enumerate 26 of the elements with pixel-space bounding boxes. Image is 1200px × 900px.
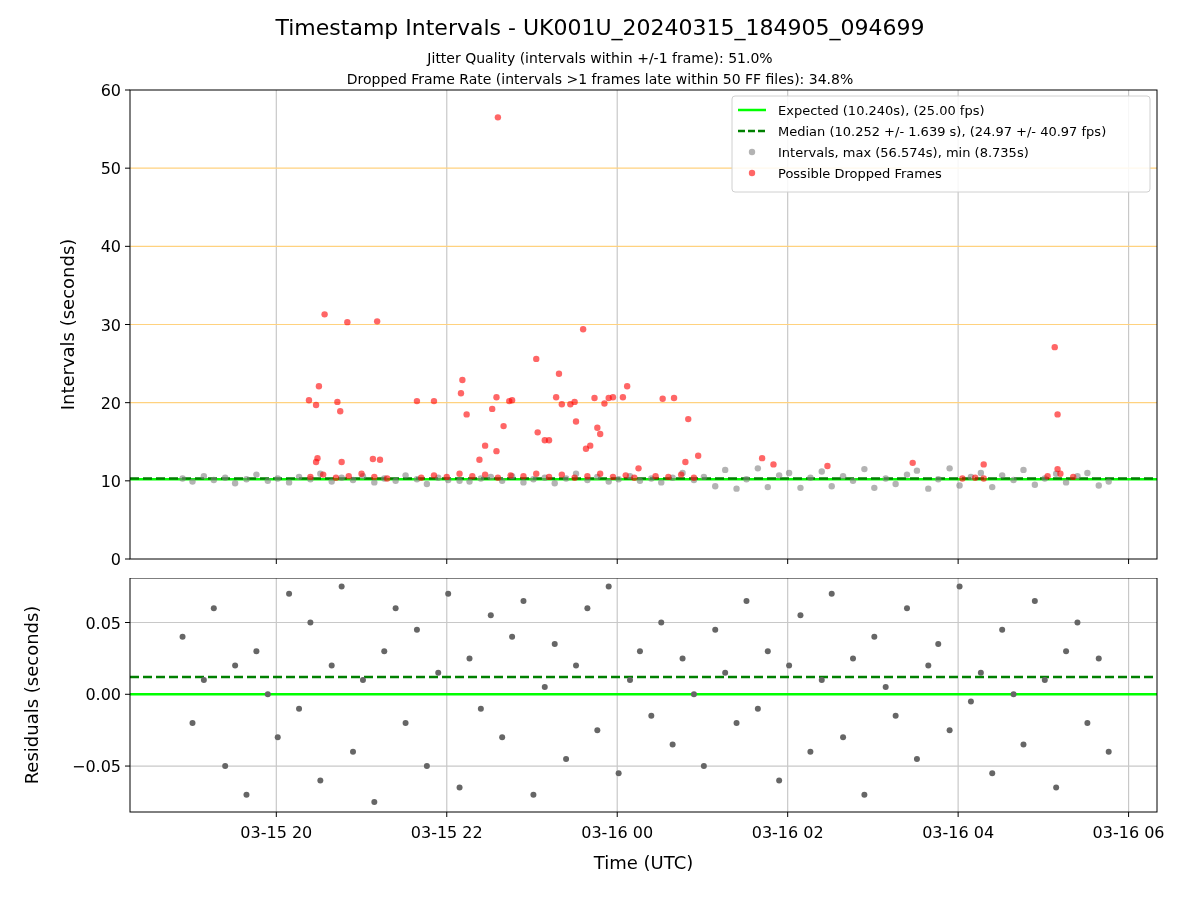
tick-label: 03-15 20 xyxy=(240,823,313,842)
tick-label: −0.05 xyxy=(71,757,121,777)
tick-label: 30 xyxy=(100,315,121,335)
chart-subtitle: Dropped Frame Rate (intervals >1 frames late within 50 FF files): 34.8% xyxy=(346,70,854,89)
tick-label: 20 xyxy=(100,393,121,413)
legend-label: Median (10.252 +/- 1.639 s), (24.97 +/- 40.97 fps) xyxy=(778,124,1107,139)
tick-label: 40 xyxy=(100,237,121,257)
tick-label: 03-16 04 xyxy=(922,823,995,842)
axis-label: Intervals (seconds) xyxy=(57,238,78,411)
axis-label: Time (UTC) xyxy=(593,852,694,873)
tick-label: 10 xyxy=(100,471,121,491)
legend-label: Expected (10.240s), (25.00 fps) xyxy=(778,103,985,118)
tick-label: 0.00 xyxy=(85,685,121,705)
tick-label: 50 xyxy=(100,159,121,179)
tick-label: 03-16 02 xyxy=(751,823,824,842)
legend-label: Possible Dropped Frames xyxy=(778,166,942,181)
tick-label: 03-16 06 xyxy=(1092,823,1165,842)
chart-subtitle: Jitter Quality (intervals within +/-1 frame): 51.0% xyxy=(427,49,773,68)
chart-title: Timestamp Intervals - UK001U_20240315_184905_094699 xyxy=(275,14,925,42)
axis-label: Residuals (seconds) xyxy=(21,605,42,785)
tick-label: 0.05 xyxy=(85,613,121,633)
tick-label: 60 xyxy=(100,81,121,100)
tick-label: 03-16 00 xyxy=(581,823,654,842)
tick-label: 0 xyxy=(110,550,121,569)
legend-label: Intervals, max (56.574s), min (8.735s) xyxy=(778,145,1029,160)
tick-label: 03-15 22 xyxy=(410,823,483,842)
